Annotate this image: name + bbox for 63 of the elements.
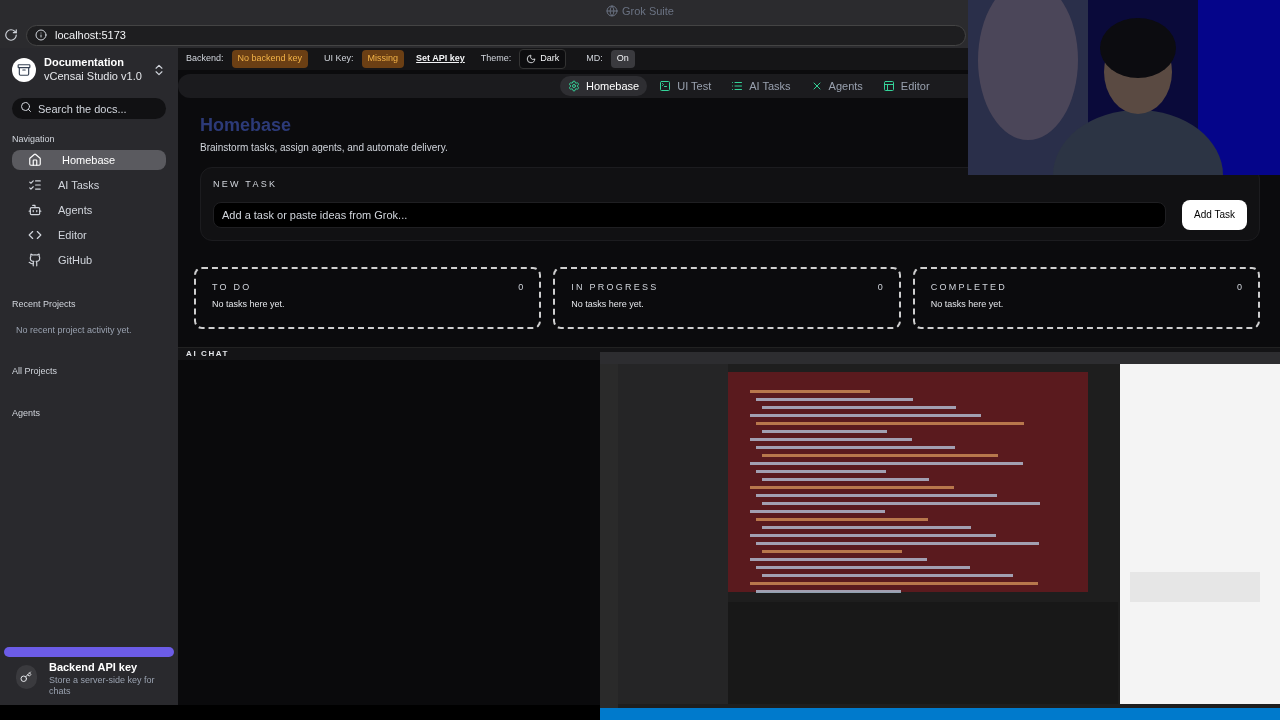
column-title: IN PROGRESS bbox=[571, 280, 659, 294]
workspace-name: Documentation bbox=[44, 56, 126, 70]
empty-message: No tasks here yet. bbox=[212, 298, 286, 311]
key-icon bbox=[20, 670, 33, 683]
search-field[interactable]: Search the docs... bbox=[12, 98, 166, 119]
gear-icon bbox=[568, 80, 580, 92]
reload-icon[interactable] bbox=[4, 28, 18, 42]
nav-item[interactable]: Editor bbox=[12, 225, 166, 245]
column-count: 0 bbox=[518, 280, 524, 294]
section-heading: Navigation bbox=[11, 132, 56, 146]
tab[interactable]: Editor bbox=[874, 76, 938, 96]
moon-icon bbox=[526, 54, 537, 64]
robot-icon bbox=[28, 203, 42, 217]
status-label: UI Key: bbox=[324, 52, 354, 66]
checklist-icon bbox=[28, 178, 42, 192]
window-title: Grok Suite bbox=[622, 3, 674, 19]
section-heading: Recent Projects bbox=[11, 298, 77, 311]
address-bar[interactable]: localhost:5173 bbox=[26, 24, 966, 46]
section-heading[interactable]: Agents bbox=[0, 406, 178, 420]
card-description: Store a server-side key for chats bbox=[48, 674, 156, 697]
terminal-icon bbox=[659, 80, 672, 92]
chat-heading: AI CHAT bbox=[186, 347, 230, 360]
section-heading[interactable]: All Projects bbox=[0, 365, 178, 379]
info-icon bbox=[35, 29, 47, 41]
status-label: Theme: bbox=[480, 52, 512, 66]
card-heading: NEW TASK bbox=[213, 178, 279, 191]
workspace-version: vCensai Studio v1.0 bbox=[44, 69, 143, 84]
column-count: 0 bbox=[877, 280, 883, 294]
task-input[interactable]: Add a task or paste ideas from Grok... bbox=[213, 201, 1167, 228]
empty-message: No tasks here yet. bbox=[930, 298, 1005, 311]
tab[interactable]: UI Test bbox=[651, 76, 720, 96]
page-subtitle: Brainstorm tasks, assign agents, and automate delivery. bbox=[200, 141, 449, 155]
theme-button[interactable]: Dark bbox=[519, 49, 567, 69]
column-count: 0 bbox=[1237, 280, 1242, 294]
tab[interactable]: Homebase bbox=[560, 76, 648, 96]
card-title: Backend API key bbox=[48, 660, 139, 675]
status-label: Backend: bbox=[186, 52, 224, 66]
status-label: MD: bbox=[586, 52, 603, 66]
empty-message: No recent project activity yet. bbox=[15, 323, 133, 337]
status-badge: No backend key bbox=[231, 50, 309, 68]
key-button[interactable] bbox=[16, 664, 37, 689]
nav-item[interactable]: AI Tasks bbox=[12, 175, 166, 195]
nav-item[interactable]: Agents bbox=[12, 200, 166, 220]
code-icon bbox=[28, 228, 42, 242]
tab[interactable]: AI Tasks bbox=[723, 76, 799, 96]
set-key-link[interactable]: Set API key bbox=[416, 52, 465, 66]
panel-icon bbox=[882, 80, 895, 92]
globe-icon bbox=[606, 5, 618, 17]
column-title: TO DO bbox=[212, 280, 252, 294]
add-task-button[interactable]: Add Task bbox=[1182, 199, 1247, 230]
tab[interactable]: Agents bbox=[802, 76, 871, 96]
nav-item[interactable]: Homebase bbox=[12, 150, 166, 170]
nav-item[interactable]: GitHub bbox=[12, 250, 166, 270]
list-icon bbox=[731, 80, 744, 92]
page-title: Homebase bbox=[200, 116, 293, 134]
archive-icon bbox=[17, 62, 31, 77]
md-toggle[interactable]: On bbox=[610, 50, 635, 68]
github-icon bbox=[28, 253, 42, 267]
status-badge: Missing bbox=[361, 50, 405, 68]
home-icon bbox=[28, 153, 42, 167]
column-title: COMPLETED bbox=[930, 280, 1007, 294]
empty-message: No tasks here yet. bbox=[571, 298, 645, 311]
search-icon bbox=[20, 100, 32, 113]
